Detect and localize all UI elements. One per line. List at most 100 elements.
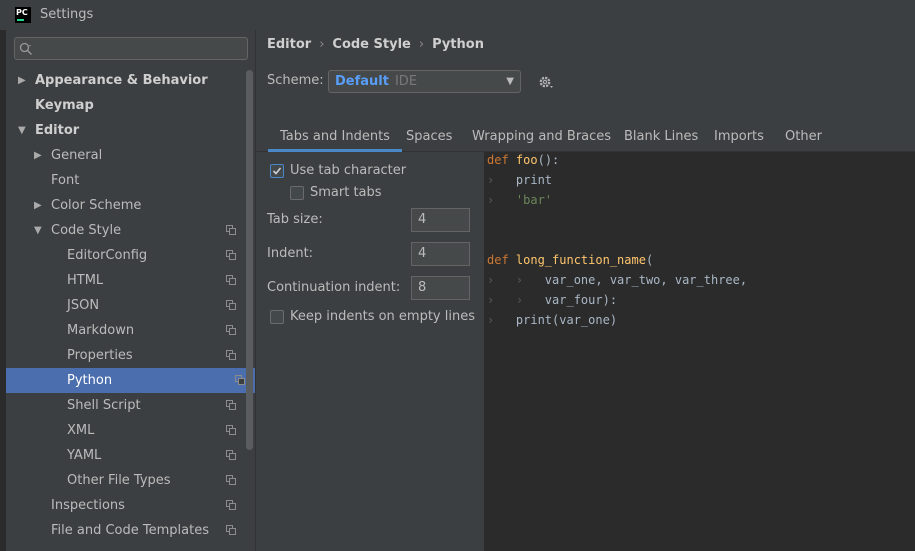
chevron-right-icon[interactable]: ▶ [18,68,30,93]
pycharm-logo-icon: PC [15,7,31,23]
sidebar-scrollbar[interactable] [246,70,253,450]
copy-scheme-icon [226,250,236,260]
breadcrumb-code-style: Code Style [332,37,411,52]
breadcrumb-python: Python [432,37,484,52]
sidebar-item-editor[interactable]: ▼ Editor [6,118,246,143]
indent-label: Indent: [267,246,314,261]
tab-tabs-and-indents[interactable]: Tabs and Indents [268,123,402,152]
tab-wrapping-and-braces[interactable]: Wrapping and Braces [472,123,611,151]
sidebar-item-label: General [51,148,103,163]
scheme-dropdown[interactable]: Default IDE ▼ [328,70,521,93]
indent-guide: › › [487,273,545,287]
breadcrumb-separator: › [418,37,425,52]
checkmark-icon [272,167,282,175]
sidebar-item-label: Font [51,173,80,188]
smart-tabs-label: Smart tabs [310,185,382,200]
tab-spaces[interactable]: Spaces [406,123,452,151]
search-icon [19,42,32,55]
chevron-right-icon[interactable]: ▶ [34,193,46,218]
copy-scheme-icon [226,350,236,360]
sidebar-item-python[interactable]: Python [6,368,255,393]
copy-scheme-icon [226,325,236,335]
scheme-label: Scheme: [267,73,324,88]
copy-scheme-icon [226,525,236,535]
use-tab-character-label: Use tab character [290,163,407,178]
chevron-down-icon[interactable]: ▼ [34,218,46,243]
sidebar-item-label: Appearance & Behavior [35,73,208,88]
scheme-sub: IDE [394,74,418,89]
copy-scheme-icon [226,500,236,510]
continuation-indent-label: Continuation indent: [267,280,401,295]
sidebar-item-color-scheme[interactable]: ▶ Color Scheme [6,193,246,218]
sidebar-item-code-style[interactable]: ▼ Code Style [6,218,246,243]
indent-guide: › [487,173,516,187]
sidebar-item-label: Color Scheme [51,198,142,213]
use-tab-character-checkbox[interactable] [270,164,284,178]
sidebar-item-label: EditorConfig [67,248,148,263]
indent-guide: › [487,193,516,207]
chevron-right-icon[interactable]: ▶ [34,143,46,168]
gear-icon[interactable] [538,74,554,90]
sidebar-item-general[interactable]: ▶ General [6,143,246,168]
copy-scheme-icon [226,475,236,485]
scheme-value: Default [335,74,389,89]
keep-indents-label: Keep indents on empty lines [290,309,475,324]
indent-options: Use tab character Smart tabs Tab size: 4… [256,152,484,551]
copy-scheme-icon [226,225,236,235]
indent-field[interactable]: 4 [411,242,470,266]
tab-size-field[interactable]: 4 [411,208,470,232]
sidebar-item-file-and-code-templates[interactable]: File and Code Templates [6,518,246,543]
code-function-name: foo [515,153,538,167]
code-line: › print(var_one) [487,310,617,330]
tab-bar: Tabs and Indents Spaces Wrapping and Bra… [256,123,915,152]
code-text: print(var_one) [515,313,618,327]
sidebar-item-editorconfig[interactable]: EditorConfig [6,243,246,268]
tab-blank-lines[interactable]: Blank Lines [624,123,698,151]
tab-other[interactable]: Other [785,123,822,151]
sidebar-item-label: Keymap [35,98,94,113]
sidebar-item-xml[interactable]: XML [6,418,246,443]
sidebar-item-font[interactable]: Font [6,168,246,193]
continuation-indent-field[interactable]: 8 [411,276,470,300]
keep-indents-checkbox[interactable] [270,310,284,324]
sidebar-item-properties[interactable]: Properties [6,343,246,368]
copy-scheme-icon [226,300,236,310]
sidebar-item-shell-script[interactable]: Shell Script [6,393,246,418]
sidebar-item-label: File and Code Templates [51,523,209,538]
sidebar-item-inspections[interactable]: Inspections [6,493,246,518]
breadcrumb-separator: › [319,37,325,52]
sidebar-item-markdown[interactable]: Markdown [6,318,246,343]
breadcrumb: Editor › Code Style › Python [267,37,484,52]
smart-tabs-checkbox[interactable] [290,186,304,200]
sidebar-item-label: Code Style [51,223,122,238]
sidebar-item-label: JSON [67,298,100,313]
breadcrumb-editor: Editor [267,37,312,52]
copy-scheme-icon [226,425,236,435]
settings-main-panel: Editor › Code Style › Python Scheme: Default… [256,30,915,551]
code-text: (): [537,153,560,167]
code-text: ( [645,253,654,267]
sidebar-item-json[interactable]: JSON [6,293,246,318]
settings-sidebar: ▶ Appearance & Behavior Keymap ▼ Editor ▶ Gene… [6,30,256,551]
sidebar-item-label: XML [67,423,95,438]
code-line: › print [487,170,552,190]
sidebar-item-label: Python [67,373,113,388]
chevron-down-icon[interactable]: ▼ [18,118,30,143]
copy-scheme-icon [226,450,236,460]
search-input[interactable] [14,37,248,60]
sidebar-item-other-file-types[interactable]: Other File Types [6,468,246,493]
sidebar-item-label: Other File Types [67,473,171,488]
window-title: Settings [40,7,94,22]
tab-imports[interactable]: Imports [714,123,764,151]
sidebar-item-appearance-behavior[interactable]: ▶ Appearance & Behavior [6,68,246,93]
copy-scheme-icon [226,275,236,285]
indent-guide: › › [487,293,545,307]
sidebar-item-label: Markdown [67,323,135,338]
sidebar-item-html[interactable]: HTML [6,268,246,293]
sidebar-item-keymap[interactable]: Keymap [6,93,246,118]
code-preview: def foo(): › print › 'bar' def long_functio… [484,152,915,551]
code-text: var_one, var_two, var_three, [544,273,748,287]
copy-scheme-icon [226,400,236,410]
tab-size-label: Tab size: [267,212,323,227]
sidebar-item-yaml[interactable]: YAML [6,443,246,468]
